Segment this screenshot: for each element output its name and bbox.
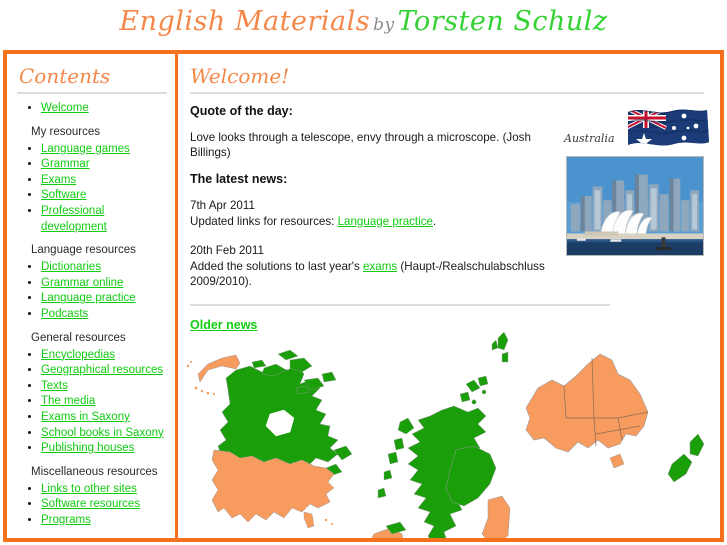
sidebar-link-software-resources[interactable]: Software resources — [41, 498, 140, 510]
sidebar-title-divider — [17, 92, 167, 94]
news-text-before: Updated links for resources: — [190, 214, 338, 228]
news-item: 7th Apr 2011 Updated links for resources… — [190, 198, 550, 229]
sidebar-link-language-practice[interactable]: Language practice — [41, 292, 136, 304]
sidebar-item-language-games[interactable]: Language games — [41, 141, 169, 157]
news-divider — [190, 303, 610, 306]
news-date: 20th Feb 2011 — [190, 244, 264, 257]
sidebar-item-links-to-other-sites[interactable]: Links to other sites — [41, 481, 169, 497]
sidebar-title: Contents — [19, 64, 111, 88]
sidebar-link-school-books-in-saxony[interactable]: School books in Saxony — [41, 427, 164, 439]
site-header: English Materials by Torsten Schulz — [0, 0, 727, 50]
map-region-australia — [525, 353, 649, 453]
page-title-divider — [190, 92, 704, 94]
sidebar-item-publishing-houses[interactable]: Publishing houses — [41, 440, 169, 456]
news-link-exams[interactable]: exams — [363, 260, 397, 273]
main-content: Welcome! Quote of the day: Love looks th… — [178, 54, 720, 538]
brand-title: English Materials — [119, 6, 371, 37]
sidebar-item-the-media[interactable]: The media — [41, 393, 169, 409]
sidebar-group-my-resources: My resources Language games Grammar Exam… — [15, 125, 169, 235]
sidebar-group-general-resources: General resources Encyclopedias Geograph… — [15, 331, 169, 456]
sidebar-group-label-general-resources: General resources — [31, 331, 126, 344]
news-text-after: . — [432, 214, 437, 228]
sidebar-list-miscellaneous-resources: Links to other sites Software resources … — [15, 481, 169, 528]
site-brand: English Materials by Torsten Schulz — [0, 6, 727, 37]
page-title: Welcome! — [190, 64, 290, 88]
quote-text: Love looks through a telescope, envy thr… — [190, 131, 531, 159]
sidebar-link-encyclopedias[interactable]: Encyclopedias — [41, 349, 115, 361]
sidebar-list-general-resources: Encyclopedias Geographical resources Tex… — [15, 347, 169, 456]
sidebar-item-grammar[interactable]: Grammar — [41, 156, 169, 172]
sidebar-item-geographical-resources[interactable]: Geographical resources — [41, 362, 169, 378]
news-item: 20th Feb 2011 Added the solutions to las… — [190, 243, 550, 290]
sydney-harbour-photo — [566, 156, 704, 256]
sidebar-group-label-my-resources: My resources — [31, 125, 101, 138]
sidebar-group-welcome: Welcome — [15, 100, 169, 116]
news-date: 7th Apr 2011 — [190, 199, 255, 212]
sidebar-link-geographical-resources[interactable]: Geographical resources — [41, 364, 163, 376]
sidebar-item-welcome[interactable]: Welcome — [41, 100, 169, 116]
australia-caption: Australia — [564, 132, 615, 145]
sidebar-item-grammar-online[interactable]: Grammar online — [41, 275, 169, 291]
english-speaking-countries-map — [186, 331, 705, 538]
sidebar-item-language-practice[interactable]: Language practice — [41, 290, 169, 306]
sidebar-link-programs[interactable]: Programs — [41, 514, 91, 526]
sidebar-item-exams[interactable]: Exams — [41, 172, 169, 188]
sidebar-group-label-language-resources: Language resources — [31, 244, 136, 257]
sidebar-item-software[interactable]: Software — [41, 187, 169, 203]
sidebar-group-label-miscellaneous-resources: Miscellaneous resources — [31, 465, 158, 478]
sidebar-link-publishing-houses[interactable]: Publishing houses — [41, 442, 134, 454]
sidebar-link-the-media[interactable]: The media — [41, 395, 95, 407]
sidebar-link-welcome[interactable]: Welcome — [41, 102, 89, 114]
sidebar-link-links-to-other-sites[interactable]: Links to other sites — [41, 483, 137, 495]
sidebar-link-exams[interactable]: Exams — [41, 174, 76, 186]
sidebar-item-school-books-in-saxony[interactable]: School books in Saxony — [41, 425, 169, 441]
sidebar-item-professional-development[interactable]: Professional development — [41, 203, 169, 234]
map-region-tasmania — [609, 453, 625, 469]
sidebar-item-programs[interactable]: Programs — [41, 512, 169, 528]
sidebar-group-language-resources: Language resources Dictionaries Grammar … — [15, 243, 169, 321]
news-link-language-practice[interactable]: Language practice — [338, 215, 433, 228]
sidebar-item-texts[interactable]: Texts — [41, 378, 169, 394]
map-region-east-coast — [481, 495, 511, 538]
brand-author: Torsten Schulz — [397, 6, 608, 37]
sidebar-link-exams-in-saxony[interactable]: Exams in Saxony — [41, 411, 130, 423]
australian-flag-icon — [628, 109, 709, 146]
sidebar-link-grammar[interactable]: Grammar — [41, 158, 90, 170]
sidebar-group-miscellaneous-resources: Miscellaneous resources Links to other s… — [15, 465, 169, 528]
sidebar-link-podcasts[interactable]: Podcasts — [41, 308, 88, 320]
map-region-shetland — [491, 331, 509, 363]
page-frame: Contents Welcome My resources Language g… — [3, 50, 724, 542]
sidebar-link-dictionaries[interactable]: Dictionaries — [41, 261, 101, 273]
sidebar-link-software[interactable]: Software — [41, 189, 86, 201]
sidebar-item-encyclopedias[interactable]: Encyclopedias — [41, 347, 169, 363]
sidebar-list-welcome: Welcome — [15, 100, 169, 116]
sidebar-link-grammar-online[interactable]: Grammar online — [41, 277, 123, 289]
sidebar-item-dictionaries[interactable]: Dictionaries — [41, 259, 169, 275]
sidebar-item-software-resources[interactable]: Software resources — [41, 496, 169, 512]
sidebar-link-texts[interactable]: Texts — [41, 380, 68, 392]
brand-by-word: by — [373, 15, 395, 35]
sidebar-link-language-games[interactable]: Language games — [41, 143, 130, 155]
sidebar-list-language-resources: Dictionaries Grammar online Language pra… — [15, 259, 169, 321]
sidebar-item-exams-in-saxony[interactable]: Exams in Saxony — [41, 409, 169, 425]
map-region-orkney — [459, 375, 489, 405]
sidebar: Contents Welcome My resources Language g… — [7, 54, 178, 538]
map-region-hebrides — [377, 417, 415, 499]
sidebar-item-podcasts[interactable]: Podcasts — [41, 306, 169, 322]
sidebar-link-professional-development[interactable]: Professional development — [41, 205, 107, 233]
news-text-before: Added the solutions to last year's — [190, 259, 364, 273]
map-region-united-states — [211, 449, 335, 523]
map-region-new-zealand — [667, 433, 705, 483]
sidebar-list-my-resources: Language games Grammar Exams Software Pr… — [15, 141, 169, 235]
